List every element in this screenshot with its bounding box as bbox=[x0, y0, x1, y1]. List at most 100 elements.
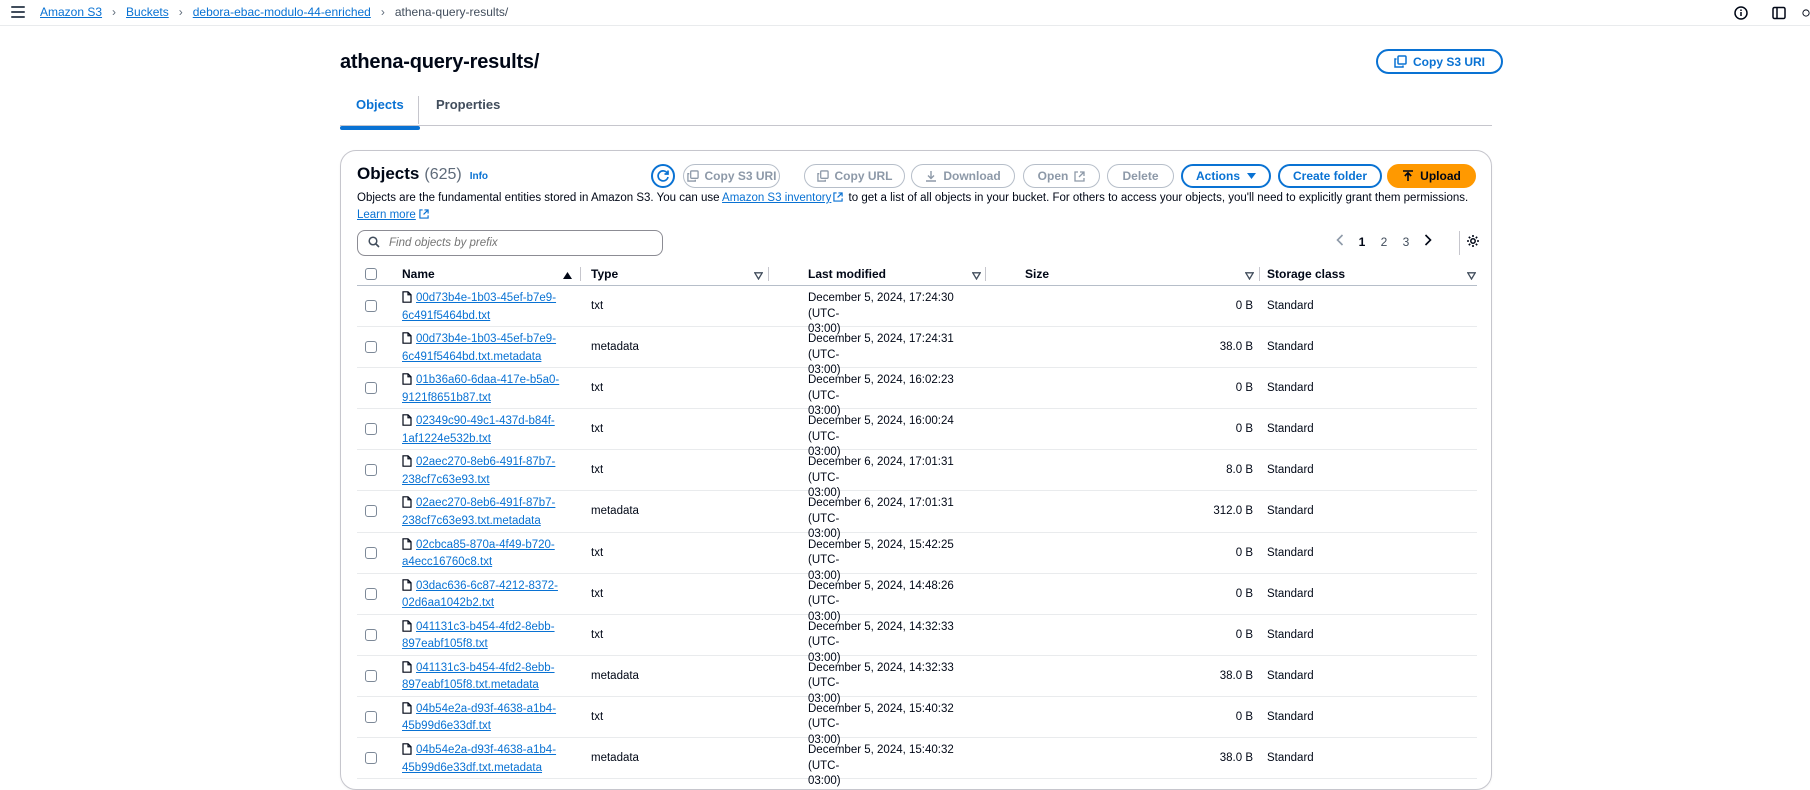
search-input[interactable] bbox=[387, 236, 637, 250]
object-link[interactable]: 03dac636-6c87-4212-8372- bbox=[416, 580, 558, 592]
copy-url-button[interactable]: Copy URL bbox=[804, 164, 905, 188]
page-3[interactable]: 3 bbox=[1395, 235, 1417, 249]
next-page-icon[interactable] bbox=[1417, 234, 1439, 249]
row-checkbox[interactable] bbox=[365, 669, 377, 682]
sort-icon[interactable] bbox=[1244, 268, 1255, 283]
copy-s3-uri-label: Copy S3 URI bbox=[1413, 54, 1486, 69]
object-name: 02cbca85-870a-4f49-b720- a4ecc16760c8.txt bbox=[402, 537, 572, 571]
refresh-button[interactable] bbox=[651, 164, 675, 188]
table-body: 00d73b4e-1b03-45ef-b7e9- 6c491f5464bd.txt… bbox=[357, 286, 1477, 787]
copy-s3-uri-button[interactable]: Copy S3 URI bbox=[683, 164, 780, 188]
page-2[interactable]: 2 bbox=[1373, 235, 1395, 249]
settings-partial-icon[interactable] bbox=[1802, 4, 1810, 22]
upload-button[interactable]: Upload bbox=[1387, 164, 1476, 188]
chevron-right-icon: › bbox=[112, 5, 117, 19]
object-link-cont[interactable]: 45b99d6e33df.txt bbox=[402, 720, 491, 732]
search-icon bbox=[368, 235, 380, 251]
object-link[interactable]: 02aec270-8eb6-491f-87b7- bbox=[416, 456, 555, 468]
sort-ascending-icon[interactable] bbox=[563, 268, 572, 283]
object-link[interactable]: 00d73b4e-1b03-45ef-b7e9- bbox=[416, 292, 556, 304]
sort-icon[interactable] bbox=[971, 268, 982, 283]
breadcrumb-buckets[interactable]: Buckets bbox=[126, 5, 169, 19]
learn-more-link[interactable]: Learn more bbox=[357, 209, 416, 221]
object-link[interactable]: 01b36a60-6daa-417e-b5a0- bbox=[416, 374, 559, 386]
sort-icon[interactable] bbox=[1466, 268, 1477, 283]
object-link[interactable]: 02349c90-49c1-437d-b84f- bbox=[416, 415, 555, 427]
row-checkbox[interactable] bbox=[365, 587, 377, 600]
copy-s3-uri-button-label: Copy S3 URI bbox=[704, 169, 777, 183]
object-size: 0 B bbox=[1235, 546, 1253, 559]
object-link-cont[interactable]: 6c491f5464bd.txt bbox=[402, 310, 490, 322]
row-checkbox[interactable] bbox=[365, 710, 377, 723]
file-icon bbox=[402, 373, 412, 391]
select-all-checkbox[interactable] bbox=[365, 268, 377, 280]
object-link[interactable]: 00d73b4e-1b03-45ef-b7e9- bbox=[416, 333, 556, 345]
inventory-link[interactable]: Amazon S3 inventory bbox=[722, 192, 831, 204]
external-link-icon bbox=[419, 208, 429, 224]
breadcrumb-amazon-s3[interactable]: Amazon S3 bbox=[40, 5, 102, 19]
object-link-cont[interactable]: 238cf7c63e93.txt.metadata bbox=[402, 515, 541, 527]
download-button[interactable]: Download bbox=[911, 164, 1015, 188]
object-link-cont[interactable]: 238cf7c63e93.txt bbox=[402, 474, 490, 486]
object-link[interactable]: 04b54e2a-d93f-4638-a1b4- bbox=[416, 703, 556, 715]
tab-objects[interactable]: Objects bbox=[340, 97, 420, 130]
column-storage-class[interactable]: Storage class bbox=[1267, 267, 1345, 281]
object-link[interactable]: 02cbca85-870a-4f49-b720- bbox=[416, 539, 555, 551]
object-link-cont[interactable]: 1af1224e532b.txt bbox=[402, 433, 491, 445]
column-type[interactable]: Type bbox=[591, 267, 618, 281]
external-link-icon bbox=[1074, 170, 1085, 182]
object-link[interactable]: 041131c3-b454-4fd2-8ebb- bbox=[416, 662, 555, 674]
column-last-modified[interactable]: Last modified bbox=[808, 267, 886, 281]
row-checkbox[interactable] bbox=[365, 464, 377, 477]
actions-dropdown[interactable]: Actions bbox=[1181, 164, 1271, 188]
object-link-cont[interactable]: 45b99d6e33df.txt.metadata bbox=[402, 762, 542, 774]
row-checkbox[interactable] bbox=[365, 341, 377, 354]
objects-table: Name Type Last modified Size Storage cla… bbox=[357, 263, 1477, 787]
breadcrumb-bucket[interactable]: debora-ebac-modulo-44-enriched bbox=[193, 5, 371, 19]
file-icon bbox=[402, 455, 412, 473]
object-link-cont[interactable]: 6c491f5464bd.txt.metadata bbox=[402, 351, 541, 363]
row-checkbox[interactable] bbox=[365, 382, 377, 395]
object-link-cont[interactable]: 897eabf105f8.txt bbox=[402, 638, 488, 650]
tab-properties[interactable]: Properties bbox=[420, 97, 516, 125]
row-checkbox[interactable] bbox=[365, 546, 377, 559]
tab-bar: Objects Properties bbox=[340, 92, 1492, 130]
page-1[interactable]: 1 bbox=[1351, 235, 1373, 249]
create-folder-button[interactable]: Create folder bbox=[1278, 164, 1382, 188]
date-line: December 5, 2024, 14:48:26 (UTC- bbox=[808, 579, 954, 608]
delete-button[interactable]: Delete bbox=[1107, 164, 1174, 188]
date-line: December 5, 2024, 17:24:31 (UTC- bbox=[808, 333, 954, 361]
row-checkbox[interactable] bbox=[365, 752, 377, 765]
object-link-cont[interactable]: 897eabf105f8.txt.metadata bbox=[402, 679, 539, 691]
settings-gear-icon[interactable] bbox=[1466, 234, 1480, 251]
info-icon[interactable] bbox=[1732, 4, 1750, 22]
column-separator bbox=[768, 267, 769, 281]
table-header: Name Type Last modified Size Storage cla… bbox=[357, 263, 1477, 286]
object-link[interactable]: 041131c3-b454-4fd2-8ebb- bbox=[416, 621, 555, 633]
row-checkbox[interactable] bbox=[365, 300, 377, 312]
previous-page-icon[interactable] bbox=[1329, 234, 1351, 249]
object-name: 041131c3-b454-4fd2-8ebb- 897eabf105f8.txt… bbox=[402, 661, 572, 694]
search-field[interactable] bbox=[357, 230, 663, 256]
column-size[interactable]: Size bbox=[1025, 267, 1049, 281]
object-link[interactable]: 02aec270-8eb6-491f-87b7- bbox=[416, 497, 555, 509]
open-button[interactable]: Open bbox=[1023, 164, 1100, 188]
row-checkbox[interactable] bbox=[365, 505, 377, 518]
copy-s3-uri-header-button[interactable]: Copy S3 URI bbox=[1376, 49, 1504, 74]
row-checkbox[interactable] bbox=[365, 423, 377, 436]
object-link-cont[interactable]: 02d6aa1042b2.txt bbox=[402, 597, 494, 609]
object-link-cont[interactable]: 9121f8651b87.txt bbox=[402, 392, 491, 404]
menu-icon[interactable] bbox=[11, 6, 25, 18]
row-checkbox[interactable] bbox=[365, 628, 377, 641]
object-link-cont[interactable]: a4ecc16760c8.txt bbox=[402, 556, 492, 568]
date-tz: 03:00) bbox=[808, 775, 841, 788]
date-line: December 5, 2024, 14:32:33 (UTC- bbox=[808, 661, 954, 690]
column-separator bbox=[985, 267, 986, 281]
object-name: 03dac636-6c87-4212-8372- 02d6aa1042b2.txt bbox=[402, 578, 572, 612]
object-storage-class: Standard bbox=[1267, 587, 1314, 600]
sort-icon[interactable] bbox=[753, 268, 764, 283]
column-name[interactable]: Name bbox=[402, 267, 435, 281]
panel-icon[interactable] bbox=[1770, 4, 1788, 22]
object-size: 38.0 B bbox=[1219, 341, 1253, 354]
object-link[interactable]: 04b54e2a-d93f-4638-a1b4- bbox=[416, 744, 556, 756]
